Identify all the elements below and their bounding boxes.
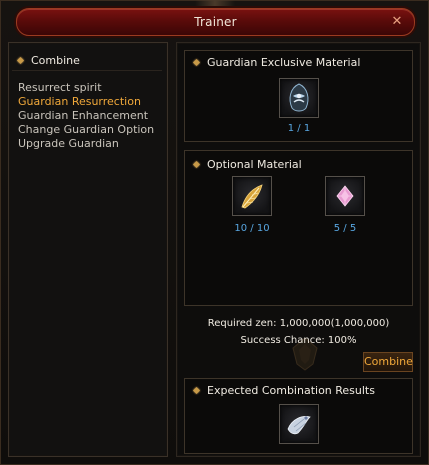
combine-header-label: Combine (31, 54, 80, 67)
menu-item-guardian-enhancement[interactable]: Guardian Enhancement (18, 109, 154, 123)
menu-item-guardian-resurrection[interactable]: Guardian Resurrection (18, 95, 154, 109)
combine-header: Combine (16, 54, 80, 67)
title-bar: Trainer ✕ (16, 8, 415, 36)
optional-material-panel (184, 150, 413, 306)
results-label: Expected Combination Results (207, 384, 375, 397)
optional-material-slot-1[interactable] (232, 176, 272, 216)
window-title: Trainer (194, 15, 237, 29)
diamond-bullet-icon (192, 386, 201, 395)
menu-item-resurrect-spirit[interactable]: Resurrect spirit (18, 81, 154, 95)
pink-crystal-icon (336, 185, 354, 207)
success-chance-text: Success Chance: 100% (240, 335, 357, 346)
optional-material-slot-2[interactable] (325, 176, 365, 216)
divider (12, 70, 162, 71)
exclusive-material-label: Guardian Exclusive Material (207, 56, 361, 69)
exclusive-material-slot[interactable] (279, 78, 319, 118)
optional-material-count-2: 5 / 5 (333, 223, 357, 234)
combine-menu-list: Resurrect spirit Guardian Resurrection G… (18, 81, 154, 151)
exclusive-material-header: Guardian Exclusive Material (192, 56, 361, 69)
result-item-slot[interactable] (279, 404, 319, 444)
combine-button[interactable]: Combine (363, 352, 413, 372)
exclusive-material-count: 1 / 1 (287, 123, 311, 134)
diamond-bullet-icon (192, 160, 201, 169)
close-icon[interactable]: ✕ (390, 15, 404, 29)
guardian-spirit-icon (289, 83, 309, 112)
diamond-bullet-icon (16, 56, 25, 65)
optional-material-label: Optional Material (207, 158, 302, 171)
diamond-bullet-icon (192, 58, 201, 67)
menu-item-upgrade-guardian[interactable]: Upgrade Guardian (18, 137, 154, 151)
top-ornament (195, 0, 235, 6)
guardian-pet-icon (287, 416, 311, 435)
menu-item-change-guardian-option[interactable]: Change Guardian Option (18, 123, 154, 137)
results-header: Expected Combination Results (192, 384, 375, 397)
required-zen-text: Required zen: 1,000,000(1,000,000) (207, 318, 390, 329)
optional-material-count-1: 10 / 10 (234, 223, 270, 234)
golden-feather-icon (241, 184, 263, 209)
optional-material-header: Optional Material (192, 158, 302, 171)
